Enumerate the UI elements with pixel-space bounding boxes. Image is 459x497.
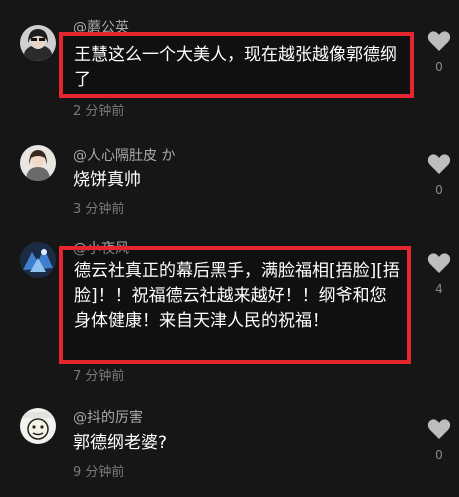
avatar[interactable]: [20, 145, 56, 181]
avatar[interactable]: [20, 408, 56, 444]
like-button[interactable]: 0: [426, 418, 452, 462]
heart-icon: [427, 253, 451, 273]
comment-item[interactable]: @抖的厉害 郭德纲老婆? 9 分钟前 0: [0, 390, 459, 497]
comment-username[interactable]: @人心隔肚皮 か: [73, 145, 175, 165]
comment-text: 郭德纲老婆?: [73, 433, 168, 453]
like-button[interactable]: 0: [426, 30, 452, 74]
comment-item[interactable]: @蘑公英 王慧这么一个大美人，现在越张越像郭德纲了 2 分钟前 0: [0, 0, 459, 125]
comment-time: 7 分钟前: [73, 369, 125, 384]
comment-text: 王慧这么一个大美人，现在越张越像郭德纲了: [74, 45, 397, 90]
comment-time: 9 分钟前: [73, 465, 125, 480]
like-count: 0: [435, 448, 443, 462]
like-count: 4: [435, 282, 443, 296]
comment-username[interactable]: @抖的厉害: [73, 407, 143, 427]
comment-text: 德云社真正的幕后黑手，满脸福相[捂脸][捂脸]！！祝福德云社越来越好！！纲爷和您…: [74, 261, 400, 331]
comment-time: 2 分钟前: [73, 104, 125, 119]
comment-item[interactable]: @人心隔肚皮 か 烧饼真帅 3 分钟前 0: [0, 125, 459, 230]
heart-icon: [427, 419, 451, 439]
like-button[interactable]: 4: [426, 252, 452, 296]
avatar[interactable]: [20, 242, 56, 278]
like-count: 0: [435, 183, 443, 197]
comment-item[interactable]: @小夜风 德云社真正的幕后黑手，满脸福相[捂脸][捂脸]！！祝福德云社越来越好！…: [0, 230, 459, 390]
like-button[interactable]: 0: [426, 153, 452, 197]
comment-time: 3 分钟前: [73, 202, 125, 217]
comment-text: 烧饼真帅: [73, 170, 141, 190]
heart-icon: [427, 31, 451, 51]
like-count: 0: [435, 60, 443, 74]
avatar[interactable]: [20, 25, 56, 61]
heart-icon: [427, 154, 451, 174]
